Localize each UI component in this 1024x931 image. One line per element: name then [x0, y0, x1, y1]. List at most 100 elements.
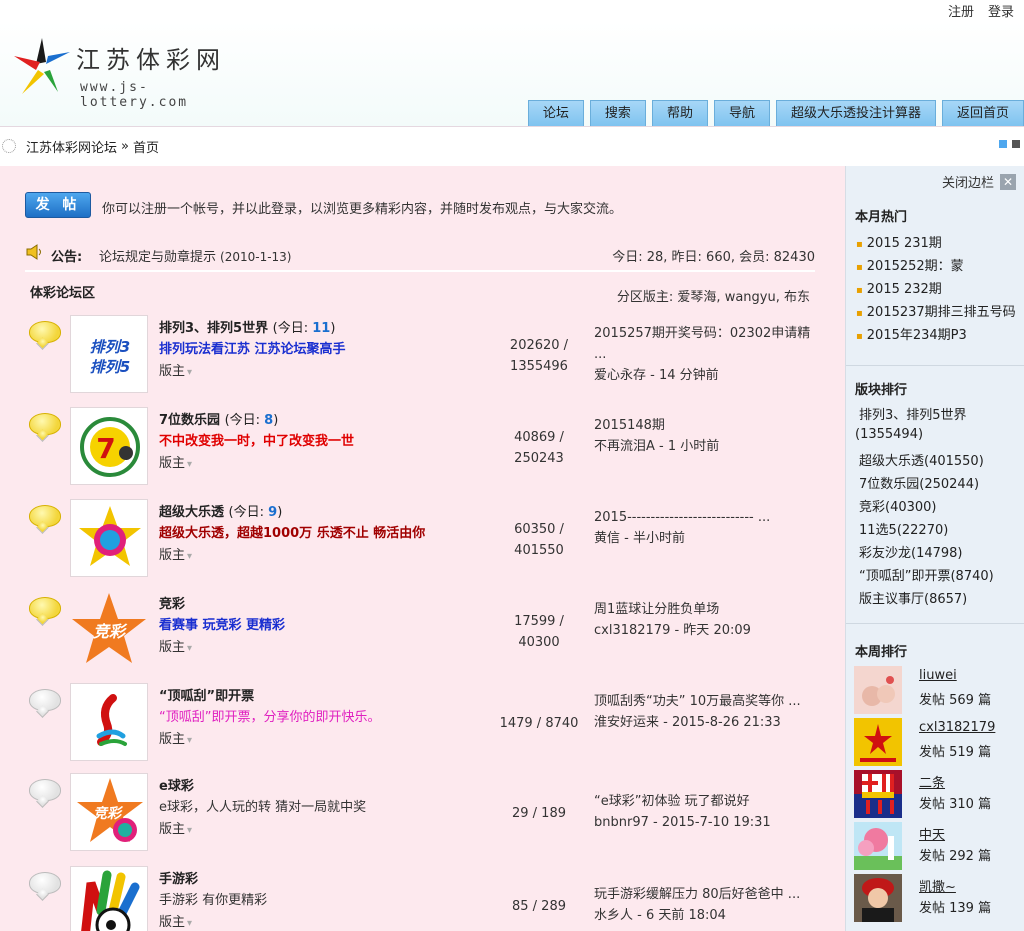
register-link[interactable]: 注册 — [948, 1, 974, 20]
forum-last-post[interactable]: “e球彩”初体验 玩了都说好 bnbnr97 - 2015-7-10 19:31 — [594, 791, 820, 833]
forum-icon-superlotto[interactable] — [70, 499, 148, 577]
forum-last-post[interactable]: 2015257期开奖号码：02302申请精 ... 爱心永存 - 14 分钟前 — [594, 323, 820, 386]
svg-text:竞彩: 竞彩 — [93, 622, 128, 641]
nav-calculator[interactable]: 超级大乐透投注计算器 — [775, 100, 936, 126]
rank-item[interactable]: 彩友沙龙(14798) — [859, 542, 963, 561]
weekly-user: 二条 发帖 310 篇 — [854, 770, 1019, 818]
hot-item[interactable]: 2015237期排三排五号码 — [856, 301, 1016, 320]
avatar[interactable] — [854, 874, 902, 922]
forum-name[interactable]: 7位数乐园 (今日: 8) — [159, 409, 278, 428]
weekly-user-name[interactable]: 凯撒~ — [919, 876, 956, 895]
forum-description: 排列玩法看江苏 江苏论坛聚高手 — [159, 342, 346, 357]
forum-name[interactable]: 竞彩 — [159, 593, 185, 612]
forum-description: 超级大乐透，超越1000万 乐透不止 畅活由你 — [159, 526, 426, 541]
rank-item[interactable]: 竞彩(40300) — [859, 496, 937, 515]
forum-name[interactable]: 超级大乐透 (今日: 9) — [159, 501, 282, 520]
hot-item[interactable]: 2015 232期 — [856, 278, 942, 297]
layout-wide-icon[interactable] — [999, 140, 1007, 148]
no-new-posts-bulb-icon — [29, 779, 61, 801]
hot-item[interactable]: 2015 231期 — [856, 232, 942, 251]
rank-item[interactable]: 7位数乐园(250244) — [859, 473, 979, 492]
avatar[interactable] — [854, 770, 902, 818]
forum-moderator-menu[interactable]: 版主 — [159, 911, 192, 930]
avatar[interactable] — [854, 666, 902, 714]
home-icon[interactable] — [2, 139, 16, 153]
forum-icon-pl35[interactable]: 排列3 排列5 — [70, 315, 148, 393]
new-posts-bulb-icon — [29, 505, 61, 527]
weekly-user-name[interactable]: 二条 — [919, 772, 945, 791]
forum-icon-jingcai[interactable]: 竞彩 — [70, 591, 148, 669]
forum-row: “顶呱刮”即开票 “顶呱刮”即开票，分享你的即开快乐。 版主 1479 / 87… — [25, 683, 820, 775]
forum-last-post[interactable]: 2015--------------------------- ... 黄信 - … — [594, 507, 820, 549]
new-posts-bulb-icon — [29, 321, 61, 343]
megaphone-icon — [25, 244, 43, 264]
announcement-label: 公告: — [51, 250, 83, 265]
forum-description: 看赛事 玩竞彩 更精彩 — [159, 618, 286, 633]
no-new-posts-bulb-icon — [29, 689, 61, 711]
forum-last-post[interactable]: 玩手游彩缓解压力 80后好爸爸中 ... 水乡人 - 6 天前 18:04 — [594, 884, 820, 926]
nav-search[interactable]: 搜索 — [589, 100, 646, 126]
login-link[interactable]: 登录 — [988, 1, 1014, 20]
new-post-button[interactable]: 发 帖 — [25, 192, 91, 218]
weekly-user-name[interactable]: liuwei — [919, 668, 957, 683]
close-sidebar-button[interactable]: 关闭边栏 ✕ — [942, 172, 1016, 191]
forum-name[interactable]: 排列3、排列5世界 (今日: 11) — [159, 317, 335, 336]
nav-help[interactable]: 帮助 — [651, 100, 708, 126]
forum-icon-7star[interactable]: 7 — [70, 407, 148, 485]
weekly-user-name[interactable]: cxl3182179 — [919, 720, 995, 735]
avatar[interactable] — [854, 822, 902, 870]
nav-forum[interactable]: 论坛 — [527, 100, 584, 126]
forum-last-post[interactable]: 周1蓝球让分胜负单场 cxl3182179 - 昨天 20:09 — [594, 599, 820, 641]
forum-counts: 29 / 189 — [512, 806, 566, 821]
forum-icon-eball[interactable]: 竞彩 — [70, 773, 148, 851]
forum-moderator-menu[interactable]: 版主 — [159, 452, 192, 471]
forum-row: 排列3 排列5 排列3、排列5世界 (今日: 11) 排列玩法看江苏 江苏论坛聚高… — [25, 315, 820, 407]
rank-item[interactable]: 版主议事厅(8657) — [859, 588, 967, 607]
forum-today-count: (今日: 9) — [228, 505, 283, 520]
top-bar: 注册 登录 — [0, 0, 1024, 22]
weekly-user-posts: 发帖 519 篇 — [919, 745, 992, 760]
forum-description: e球彩，人人玩的转 猜对一局就中奖 — [159, 800, 367, 815]
forum-name[interactable]: e球彩 — [159, 775, 194, 794]
rank-item[interactable]: 11选5(22270) — [859, 519, 948, 538]
svg-text:7: 7 — [96, 432, 115, 465]
forum-moderator-menu[interactable]: 版主 — [159, 818, 192, 837]
breadcrumb-forum[interactable]: 江苏体彩网论坛 — [26, 137, 117, 156]
forum-name[interactable]: “顶呱刮”即开票 — [159, 685, 254, 704]
nav-home[interactable]: 返回首页 — [941, 100, 1024, 126]
forum-counts: 60350 /401550 — [514, 522, 564, 558]
layout-narrow-icon[interactable] — [1012, 140, 1020, 148]
board-ranking-title: 版块排行 — [855, 383, 908, 398]
site-logo[interactable]: 江苏体彩网 www.js-lottery.com — [12, 32, 252, 112]
avatar[interactable] — [854, 718, 902, 766]
forum-last-post[interactable]: 顶呱刮秀“功夫” 10万最高奖等你 ... 淮安好运来 - 2015-8-26 2… — [594, 691, 820, 733]
logo-title: 江苏体彩网 — [76, 46, 226, 74]
logo-star-icon — [14, 38, 70, 94]
forum-counts: 40869 /250243 — [514, 430, 564, 466]
announcement-title[interactable]: 论坛规定与勋章提示 — [99, 250, 216, 265]
forum-name[interactable]: 手游彩 — [159, 868, 198, 887]
svg-text:排列5: 排列5 — [90, 358, 130, 376]
announcement-link[interactable]: 论坛规定与勋章提示 (2010-1-13) — [99, 246, 291, 265]
rank-item[interactable]: “顶呱刮”即开票(8740) — [859, 565, 994, 584]
rank-item[interactable]: 超级大乐透(401550) — [859, 450, 984, 469]
forum-moderator-menu[interactable]: 版主 — [159, 360, 192, 379]
weekly-user-name[interactable]: 中天 — [919, 824, 945, 843]
new-posts-bulb-icon — [29, 597, 61, 619]
forum-description: 手游彩 有你更精彩 — [159, 893, 268, 908]
forum-icon-mobile-game[interactable] — [70, 866, 148, 931]
announcement-date: (2010-1-13) — [220, 250, 292, 264]
forum-moderator-menu[interactable]: 版主 — [159, 636, 192, 655]
layout-toggle[interactable] — [999, 140, 1020, 148]
close-icon[interactable]: ✕ — [1000, 173, 1016, 190]
board-ranking-block: 版块排行 排列3、排列5世界 (1355494) 超级大乐透(401550) 7… — [846, 366, 1024, 624]
forum-moderator-menu[interactable]: 版主 — [159, 544, 192, 563]
forum-icon-scratch[interactable] — [70, 683, 148, 761]
nav-navigation[interactable]: 导航 — [713, 100, 770, 126]
section-title[interactable]: 体彩论坛区 — [30, 282, 95, 301]
forum-last-post[interactable]: 2015148期 不再流泪A - 1 小时前 — [594, 415, 820, 457]
rank-item[interactable]: 排列3、排列5世界 — [859, 404, 967, 423]
forum-moderator-menu[interactable]: 版主 — [159, 728, 192, 747]
hot-item[interactable]: 2015252期：蒙 — [856, 255, 964, 274]
hot-item[interactable]: 2015年234期P3 — [856, 324, 967, 343]
